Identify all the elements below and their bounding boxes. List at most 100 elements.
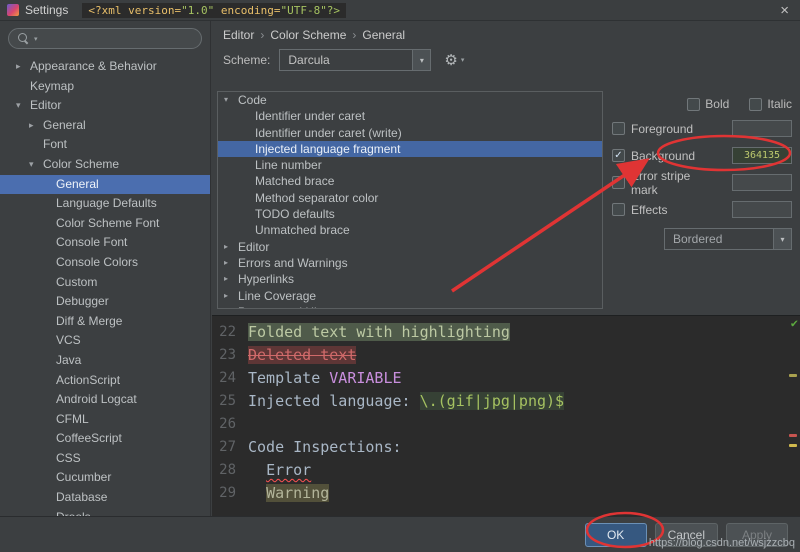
breadcrumb: Editor›Color Scheme›General	[223, 28, 405, 42]
chevron-right-icon[interactable]: ▸	[224, 271, 228, 287]
search-input[interactable]: ▾	[8, 28, 202, 49]
scheme-actions-button[interactable]: ⚙ ▾	[444, 51, 464, 69]
sidebar-item-keymap[interactable]: Keymap	[0, 77, 210, 97]
option-item-injected-language-fragment[interactable]: Injected language fragment	[218, 141, 602, 157]
effects-style-dropdown[interactable]: Bordered ▾	[664, 228, 792, 250]
close-icon[interactable]: ×	[776, 3, 793, 18]
option-item-todo-defaults[interactable]: TODO defaults	[218, 206, 602, 222]
sidebar-item-cucumber[interactable]: Cucumber	[0, 468, 210, 488]
effects-style-value: Bordered	[665, 229, 773, 249]
sidebar-item-console-colors[interactable]: Console Colors	[0, 253, 210, 273]
chevron-right-icon[interactable]: ▸	[224, 304, 228, 309]
error-stripe-mark[interactable]	[789, 434, 797, 437]
chevron-right-icon[interactable]: ▸	[16, 57, 21, 77]
gear-icon: ⚙	[444, 51, 457, 69]
sidebar-item-css[interactable]: CSS	[0, 449, 210, 469]
code-segment-plain	[248, 484, 266, 502]
preview-line-text: Injected language: \.(gif|jpg|png)$	[248, 390, 564, 413]
chevron-right-icon[interactable]: ▸	[29, 116, 34, 136]
sidebar-item-color-scheme[interactable]: ▾Color Scheme	[0, 155, 210, 175]
chevron-down-icon[interactable]: ▾	[224, 92, 228, 108]
chevron-down-icon: ▾	[412, 50, 430, 70]
scheme-dropdown[interactable]: Darcula ▾	[279, 49, 431, 71]
attribute-panel: Bold Italic ForegroundBackground364135Er…	[612, 93, 792, 250]
error-stripe-mark[interactable]	[789, 374, 797, 377]
option-item-identifier-under-caret-write[interactable]: Identifier under caret (write)	[218, 125, 602, 141]
sidebar-item-android-logcat[interactable]: Android Logcat	[0, 390, 210, 410]
option-item-errors-and-warnings[interactable]: ▸ Errors and Warnings	[218, 255, 602, 271]
sidebar-item-custom[interactable]: Custom	[0, 273, 210, 293]
color-field-error-stripe-mark[interactable]	[732, 174, 792, 191]
sidebar-item-language-defaults[interactable]: Language Defaults	[0, 194, 210, 214]
chevron-down-icon[interactable]: ▾	[29, 155, 34, 175]
breadcrumb-item-color-scheme[interactable]: Color Scheme	[270, 28, 346, 42]
attribute-row-effects: Effects	[612, 196, 792, 223]
attribute-row-foreground: Foreground	[612, 115, 792, 142]
sidebar-item-java[interactable]: Java	[0, 351, 210, 371]
option-item-matched-brace[interactable]: Matched brace	[218, 173, 602, 189]
sidebar-item-label: Console Colors	[56, 255, 138, 269]
sidebar-item-font[interactable]: Font	[0, 135, 210, 155]
sidebar-item-cfml[interactable]: CFML	[0, 410, 210, 430]
sidebar-item-database[interactable]: Database	[0, 488, 210, 508]
preview-code: 22Folded text with highlighting23Deleted…	[212, 316, 800, 505]
sidebar-item-appearance-behavior[interactable]: ▸Appearance & Behavior	[0, 57, 210, 77]
error-stripe-column: ✔	[786, 316, 800, 516]
option-item-line-coverage[interactable]: ▸Line Coverage	[218, 288, 602, 304]
sidebar-item-label: Editor	[30, 98, 61, 112]
bold-option: Bold	[687, 97, 729, 111]
bold-checkbox[interactable]	[687, 98, 700, 111]
color-options-tree: ▾CodeIdentifier under caretIdentifier un…	[217, 91, 603, 309]
option-item-label: Line number	[255, 158, 322, 172]
chevron-right-icon[interactable]: ▸	[224, 239, 228, 255]
sidebar-item-vcs[interactable]: VCS	[0, 331, 210, 351]
italic-checkbox[interactable]	[749, 98, 762, 111]
code-fragment: <?xml	[88, 4, 128, 17]
preview-line: 26	[212, 413, 800, 436]
sidebar-item-editor[interactable]: ▾ Editor	[0, 96, 210, 116]
sidebar-item-debugger[interactable]: Debugger	[0, 292, 210, 312]
option-item-code[interactable]: ▾Code	[218, 92, 602, 108]
preview-line-text: Template VARIABLE	[248, 367, 402, 390]
color-field-foreground[interactable]	[732, 120, 792, 137]
sidebar-item-color-scheme-font[interactable]: Color Scheme Font	[0, 214, 210, 234]
chevron-down-icon[interactable]: ▾	[16, 96, 21, 116]
option-item-label: Matched brace	[255, 174, 334, 188]
sidebar-item-coffeescript[interactable]: CoffeeScript	[0, 429, 210, 449]
preview-line-text: Warning	[248, 482, 329, 505]
option-item-line-number[interactable]: Line number	[218, 157, 602, 173]
checkbox-background[interactable]	[612, 149, 625, 162]
preview-line: 25Injected language: \.(gif|jpg|png)$	[212, 390, 800, 413]
option-item-popups-and-hints[interactable]: ▸Popups and Hints	[218, 304, 602, 309]
sidebar-item-diff-merge[interactable]: Diff & Merge	[0, 312, 210, 332]
preview-line-text: Deleted text	[248, 344, 356, 367]
code-segment-template: VARIABLE	[329, 369, 401, 387]
chevron-right-icon[interactable]: ▸	[224, 255, 228, 271]
sidebar-item-actionscript[interactable]: ActionScript	[0, 371, 210, 391]
option-item-label: Errors and Warnings	[238, 256, 348, 270]
sidebar-item-general[interactable]: ▸General	[0, 116, 210, 136]
color-field-effects[interactable]	[732, 201, 792, 218]
color-field-background[interactable]: 364135	[732, 147, 792, 164]
breadcrumb-item-general[interactable]: General	[362, 28, 405, 42]
chevron-right-icon[interactable]: ▸	[224, 288, 228, 304]
breadcrumb-item-editor[interactable]: Editor	[223, 28, 254, 42]
error-stripe-mark[interactable]	[789, 444, 797, 447]
sidebar-item-console-font[interactable]: Console Font	[0, 233, 210, 253]
sidebar-item-label: Diff & Merge	[56, 314, 122, 328]
checkbox-foreground[interactable]	[612, 122, 625, 135]
option-item-label: Editor	[238, 240, 269, 254]
option-item-label: Method separator color	[255, 191, 378, 205]
option-item-editor[interactable]: ▸ Editor	[218, 239, 602, 255]
option-item-unmatched-brace[interactable]: Unmatched brace	[218, 222, 602, 238]
sidebar-item-general[interactable]: General	[0, 175, 210, 195]
scheme-row: Scheme: Darcula ▾ ⚙ ▾	[223, 49, 464, 71]
option-item-hyperlinks[interactable]: ▸Hyperlinks	[218, 271, 602, 287]
sidebar-item-drools[interactable]: Drools	[0, 508, 210, 516]
option-item-method-separator-color[interactable]: Method separator color	[218, 190, 602, 206]
checkbox-error-stripe-mark[interactable]	[612, 176, 625, 189]
line-number: 27	[212, 436, 248, 459]
option-item-identifier-under-caret[interactable]: Identifier under caret	[218, 108, 602, 124]
checkbox-effects[interactable]	[612, 203, 625, 216]
ok-button[interactable]: OK	[585, 523, 647, 547]
